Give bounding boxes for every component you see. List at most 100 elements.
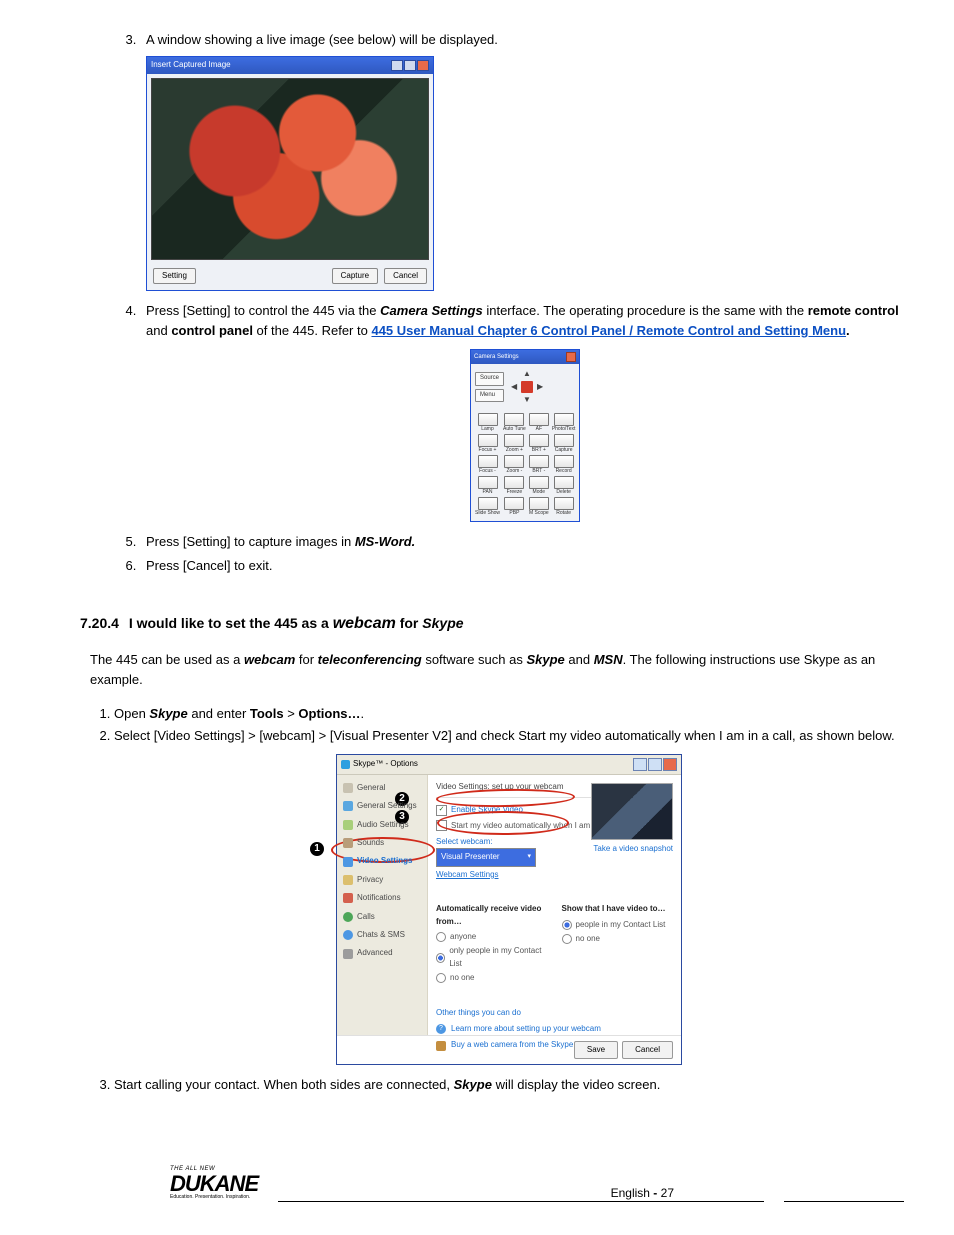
- radio-show-contacts[interactable]: [562, 920, 572, 930]
- skype-step-2: Select [Video Settings] > [webcam] > [Vi…: [114, 726, 904, 1066]
- camset-button[interactable]: Freeze: [503, 476, 526, 495]
- sidebar-icon: [343, 949, 353, 959]
- s4-cs: Camera Settings: [380, 303, 483, 318]
- sidebar-icon: [343, 820, 353, 830]
- menu-button[interactable]: Menu: [475, 389, 504, 402]
- close-icon[interactable]: [663, 758, 677, 771]
- up-arrow-icon[interactable]: ▲: [521, 368, 533, 380]
- right-arrow-icon[interactable]: ▶: [534, 381, 546, 393]
- camset-button[interactable]: Record: [552, 455, 576, 474]
- camset-button[interactable]: Photo/Text: [552, 413, 576, 432]
- step-4: Press [Setting] to control the 445 via t…: [140, 301, 904, 522]
- radio-noone[interactable]: [436, 973, 446, 983]
- camset-button[interactable]: Focus +: [475, 434, 500, 453]
- camset-titlebar: Camera Settings: [471, 350, 579, 364]
- camset-button[interactable]: Zoom -: [503, 455, 526, 474]
- camset-button[interactable]: AF: [529, 413, 549, 432]
- sidebar-icon: [343, 838, 353, 848]
- callout-1: 1: [310, 842, 324, 856]
- snapshot-link[interactable]: Take a video snapshot: [593, 843, 673, 855]
- camset-button[interactable]: PBP: [503, 497, 526, 516]
- sidebar-item[interactable]: General: [337, 779, 427, 797]
- camset-button[interactable]: Auto Tune: [503, 413, 526, 432]
- step-5: Press [Setting] to capture images in MS-…: [140, 532, 904, 552]
- minimize-icon[interactable]: [391, 60, 403, 71]
- down-arrow-icon[interactable]: ▼: [521, 394, 533, 406]
- nav-pad[interactable]: ▲ ◀ ▶ ▼: [508, 368, 546, 406]
- sec-skype: Skype: [422, 615, 463, 631]
- sidebar-item[interactable]: Video Settings: [337, 852, 427, 870]
- close-icon[interactable]: [566, 352, 576, 362]
- camset-button[interactable]: Rotate: [552, 497, 576, 516]
- sidebar-icon: [343, 893, 353, 903]
- step-6: Press [Cancel] to exit.: [140, 556, 904, 576]
- skype-options-window: Skype™ - Options 1 2 3 Ge: [336, 754, 682, 1065]
- maximize-icon[interactable]: [648, 758, 662, 771]
- highlight-ellipse: [437, 811, 569, 835]
- learn-more-link[interactable]: Learn more about setting up your webcam: [451, 1023, 601, 1035]
- video-preview: [591, 783, 673, 840]
- page-number: English - 27: [611, 1184, 674, 1203]
- radio-contacts[interactable]: [436, 953, 445, 963]
- camset-button[interactable]: PAN: [475, 476, 500, 495]
- camset-button[interactable]: Focus -: [475, 455, 500, 474]
- sidebar-item[interactable]: Calls: [337, 908, 427, 926]
- s4-dot: .: [846, 323, 850, 338]
- sidebar-icon: [343, 857, 353, 867]
- sidebar-item[interactable]: Audio Settings: [337, 816, 427, 834]
- sidebar-item[interactable]: Chats & SMS: [337, 926, 427, 944]
- page-footer: THE ALL NEW DUKANE Education. Presentati…: [170, 1165, 904, 1202]
- camset-button[interactable]: Capture: [552, 434, 576, 453]
- s4-pre: Press [Setting] to control the 445 via t…: [146, 303, 380, 318]
- step-3: A window showing a live image (see below…: [140, 30, 904, 291]
- radio-show-noone[interactable]: [562, 934, 572, 944]
- camset-button[interactable]: BRT +: [529, 434, 549, 453]
- minimize-icon[interactable]: [633, 758, 647, 771]
- s4-mid: interface. The operating procedure is th…: [483, 303, 808, 318]
- webcam-settings-link[interactable]: Webcam Settings: [436, 869, 673, 881]
- buy-webcam-link[interactable]: Buy a web camera from the Skype Shop: [451, 1039, 594, 1051]
- webcam-dropdown[interactable]: Visual Presenter▾: [436, 848, 536, 866]
- maximize-icon[interactable]: [404, 60, 416, 71]
- brand-logo: THE ALL NEW DUKANE Education. Presentati…: [170, 1165, 258, 1202]
- camset-button[interactable]: Lamp: [475, 413, 500, 432]
- cancel-button[interactable]: Cancel: [384, 268, 427, 284]
- source-button[interactable]: Source: [475, 372, 504, 385]
- sec-pre: I would like to set the 445 as a: [129, 615, 333, 631]
- enter-button[interactable]: [521, 381, 533, 393]
- manual-link[interactable]: 445 User Manual Chapter 6 Control Panel …: [371, 323, 846, 338]
- skype-step-3: Start calling your contact. When both si…: [114, 1075, 904, 1095]
- enable-video-checkbox[interactable]: [436, 805, 447, 816]
- sidebar-item[interactable]: Notifications: [337, 889, 427, 907]
- s6-text: Press [Cancel] to exit.: [146, 558, 272, 573]
- close-icon[interactable]: [417, 60, 429, 71]
- sec-webcam: webcam: [333, 615, 396, 632]
- left-arrow-icon[interactable]: ◀: [508, 381, 520, 393]
- camset-button[interactable]: M Scope: [529, 497, 549, 516]
- section-heading: 7.20.4 I would like to set the 445 as a …: [80, 612, 904, 637]
- camset-button[interactable]: BRT -: [529, 455, 549, 474]
- sidebar-icon: [343, 783, 353, 793]
- save-button[interactable]: Save: [574, 1041, 618, 1059]
- capture-titlebar: Insert Captured Image: [147, 57, 433, 73]
- s5-pre: Press [Setting] to capture images in: [146, 534, 355, 549]
- live-image-preview: [151, 78, 429, 260]
- cancel-button[interactable]: Cancel: [622, 1041, 673, 1059]
- camset-button[interactable]: Slide Show: [475, 497, 500, 516]
- sidebar-item[interactable]: Sounds: [337, 834, 427, 852]
- skype-titlebar: Skype™ - Options: [337, 755, 681, 775]
- sidebar-item[interactable]: Privacy: [337, 871, 427, 889]
- setting-button[interactable]: Setting: [153, 268, 196, 284]
- camset-button[interactable]: Delete: [552, 476, 576, 495]
- chevron-down-icon: ▾: [527, 852, 531, 863]
- sidebar-item[interactable]: General Settings: [337, 797, 427, 815]
- section-number: 7.20.4: [80, 613, 119, 635]
- capture-button[interactable]: Capture: [332, 268, 378, 284]
- skype-steps: Open Skype and enter Tools > Options…. S…: [90, 704, 904, 1096]
- other-things-heading: Other things you can do: [436, 1007, 673, 1019]
- sidebar-item[interactable]: Advanced: [337, 944, 427, 962]
- sidebar-icon: [343, 930, 353, 940]
- radio-anyone[interactable]: [436, 932, 446, 942]
- camset-button[interactable]: Mode: [529, 476, 549, 495]
- camset-button[interactable]: Zoom +: [503, 434, 526, 453]
